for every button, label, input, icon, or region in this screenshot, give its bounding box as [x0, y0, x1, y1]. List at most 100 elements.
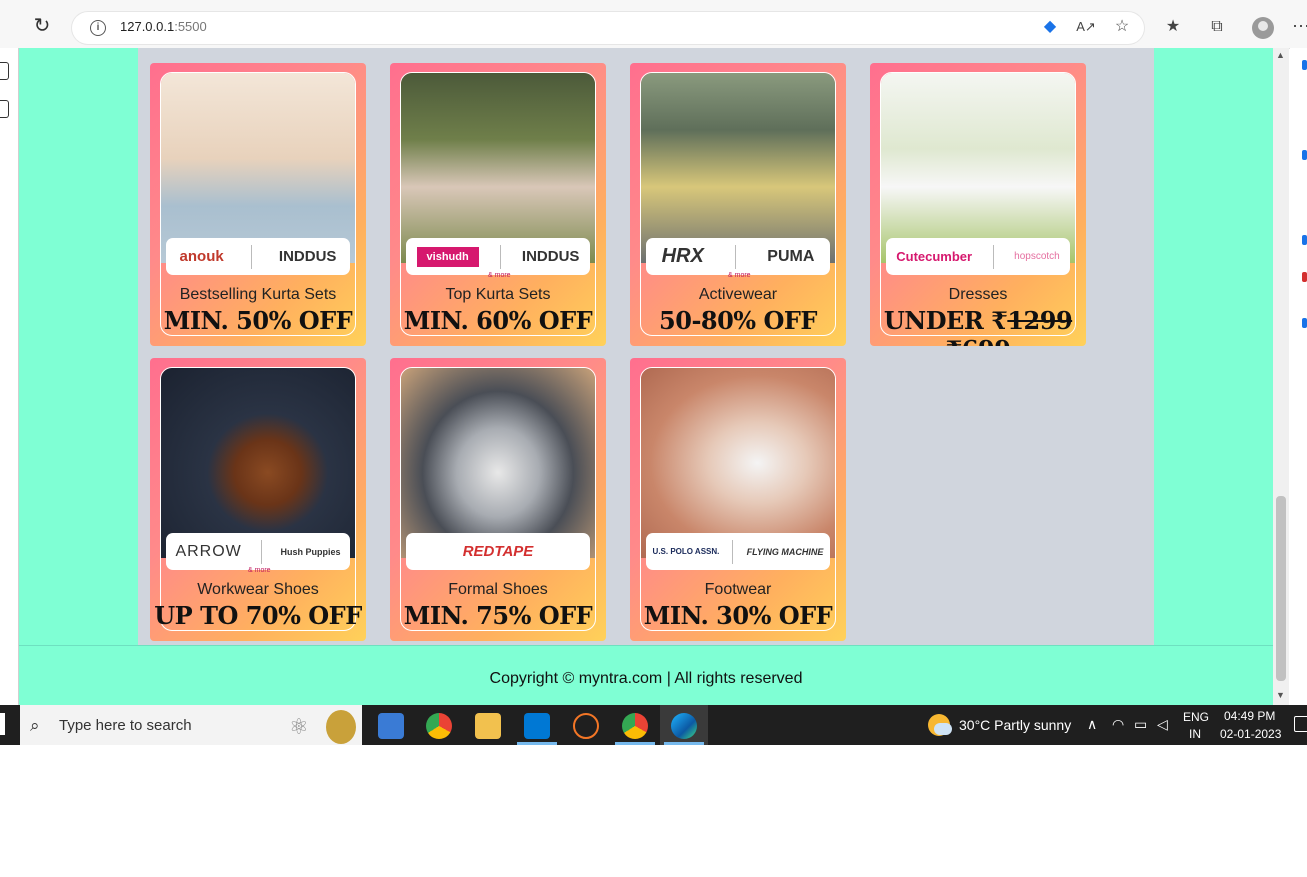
url-text[interactable]: 127.0.0.1:5500: [120, 19, 207, 34]
brand-logos: REDTAPE: [406, 533, 590, 570]
offer-card-top-kurta-sets[interactable]: vishudh INDDUS & more Top Kurta Sets MIN…: [390, 63, 606, 346]
brand-logo-left: U.S. POLO ASSN.: [652, 547, 720, 556]
chrome-icon[interactable]: [426, 713, 452, 739]
side-panel-icon[interactable]: [1302, 150, 1307, 160]
page-viewport: anouk INDDUS Bestselling Kurta Sets MIN.…: [19, 48, 1273, 705]
calculator-icon[interactable]: [378, 713, 404, 739]
brand-logos: ARROW Hush Puppies: [166, 533, 350, 570]
weather-cloud-icon: [934, 723, 952, 735]
brand-logo-left: HRX: [661, 245, 704, 267]
side-panel-icon[interactable]: [1302, 60, 1307, 70]
card-offer: MIN. 75% OFF: [403, 601, 593, 630]
logo-divider: [732, 539, 734, 564]
clock-date[interactable]: 02-01-2023: [1220, 727, 1281, 741]
volume-icon[interactable]: ◁: [1157, 716, 1168, 733]
footer-divider: [19, 645, 1273, 646]
logo-divider: [499, 244, 501, 269]
address-bar[interactable]: [72, 12, 1144, 44]
logo-divider: [992, 244, 994, 269]
brand-logo-right: PUMA: [767, 247, 815, 265]
active-app-indicator: [517, 742, 557, 745]
offer-prefix: UNDER ₹: [883, 306, 1008, 335]
card-offer: UNDER ₹1299 ₹699: [870, 306, 1086, 346]
product-photo: [161, 73, 355, 263]
card-category: Workwear Shoes: [197, 581, 319, 598]
brand-logo-left: REDTAPE: [462, 543, 534, 560]
side-panel-icon[interactable]: [1302, 318, 1307, 328]
card-offer: MIN. 50% OFF: [163, 306, 353, 335]
add-favorite-icon[interactable]: ☆: [1112, 17, 1132, 37]
jupyter-icon[interactable]: [573, 713, 599, 739]
brand-logos: Cutecumber hopscotch: [886, 238, 1070, 275]
clock-time[interactable]: 04:49 PM: [1224, 709, 1275, 723]
card-category: Bestselling Kurta Sets: [179, 286, 337, 303]
brand-logos: HRX PUMA: [646, 238, 830, 275]
product-photo: [641, 73, 835, 263]
collections-icon[interactable]: ⧉: [1207, 17, 1227, 37]
site-info-icon[interactable]: i: [90, 20, 106, 36]
chrome-profile-icon[interactable]: [622, 713, 648, 739]
brand-logo-left: anouk: [179, 248, 224, 265]
start-button-edge[interactable]: [0, 713, 5, 735]
and-more-label: & more: [488, 272, 511, 279]
weather-text[interactable]: 30°C Partly sunny: [959, 717, 1071, 733]
offer-card-kurta-sets[interactable]: anouk INDDUS Bestselling Kurta Sets MIN.…: [150, 63, 366, 346]
atom-icon: ⚛: [289, 714, 309, 739]
logo-divider: [735, 244, 737, 269]
shopping-tag-icon[interactable]: ◆: [1040, 17, 1060, 37]
card-offer: MIN. 30% OFF: [643, 601, 833, 630]
active-app-indicator: [664, 742, 704, 745]
product-photo: [641, 368, 835, 558]
favorites-icon[interactable]: ★: [1163, 17, 1183, 37]
wifi-icon[interactable]: ◠: [1112, 716, 1124, 733]
search-icon: ⌕: [30, 716, 40, 735]
chevron-up-icon[interactable]: ∧: [1087, 716, 1097, 733]
brand-logos: vishudh INDDUS: [406, 238, 590, 275]
background-window-edge: [0, 48, 19, 705]
footer-copyright: Copyright © myntra.com | All rights rese…: [489, 670, 803, 687]
language-region[interactable]: IN: [1189, 727, 1201, 741]
card-category: Activewear: [698, 286, 778, 303]
card-category: Top Kurta Sets: [445, 286, 551, 303]
scrollbar-thumb[interactable]: [1276, 496, 1286, 681]
offer-card-dresses[interactable]: Cutecumber hopscotch Dresses UNDER ₹1299…: [870, 63, 1086, 346]
card-category: Dresses: [948, 286, 1008, 303]
edge-icon[interactable]: [671, 713, 697, 739]
offer-card-activewear[interactable]: HRX PUMA & more Activewear 50-80% OFF: [630, 63, 846, 346]
original-price: 1299: [1007, 306, 1073, 335]
offer-card-footwear[interactable]: U.S. POLO ASSN. FLYING MACHINE Footwear …: [630, 358, 846, 641]
read-aloud-icon[interactable]: A↗: [1076, 17, 1096, 37]
brand-logo-left: ARROW: [175, 542, 242, 560]
side-panel-edge: [1290, 48, 1307, 705]
brand-logos: anouk INDDUS: [166, 238, 350, 275]
vscode-icon[interactable]: [524, 713, 550, 739]
brand-logo-right: INDDUS: [278, 248, 337, 265]
product-photo: [401, 368, 595, 558]
card-category: Footwear: [704, 581, 772, 598]
logo-divider: [260, 539, 262, 564]
side-panel-icon[interactable]: [1302, 272, 1307, 282]
language-indicator[interactable]: ENG: [1183, 710, 1209, 724]
profile-avatar[interactable]: [1252, 17, 1274, 39]
window-edge-mark: [0, 100, 9, 118]
offers-grid: anouk INDDUS Bestselling Kurta Sets MIN.…: [138, 48, 1154, 646]
notification-icon[interactable]: [1294, 716, 1307, 732]
brand-logo-right: FLYING MACHINE: [746, 546, 824, 557]
reload-icon[interactable]: ↻: [30, 14, 54, 38]
side-panel-icon[interactable]: [1302, 235, 1307, 245]
logo-divider: [250, 244, 252, 269]
card-offer: MIN. 60% OFF: [403, 306, 593, 335]
offer-card-formal-shoes[interactable]: REDTAPE Formal Shoes MIN. 75% OFF: [390, 358, 606, 641]
card-offer: 50-80% OFF: [659, 306, 817, 335]
more-options-icon[interactable]: ⋯: [1292, 16, 1307, 37]
brand-logo-right: INDDUS: [521, 248, 580, 265]
scroll-down-arrow-icon[interactable]: ▼: [1276, 690, 1285, 700]
offer-card-workwear-shoes[interactable]: ARROW Hush Puppies & more Workwear Shoes…: [150, 358, 366, 641]
file-explorer-icon[interactable]: [475, 713, 501, 739]
url-port: :5500: [174, 19, 207, 34]
brand-logos: U.S. POLO ASSN. FLYING MACHINE: [646, 533, 830, 570]
battery-icon[interactable]: ▭: [1134, 716, 1147, 733]
brand-logo-right: Hush Puppies: [280, 546, 341, 557]
search-highlight-icon[interactable]: [326, 710, 356, 744]
scroll-up-arrow-icon[interactable]: ▲: [1276, 50, 1285, 60]
